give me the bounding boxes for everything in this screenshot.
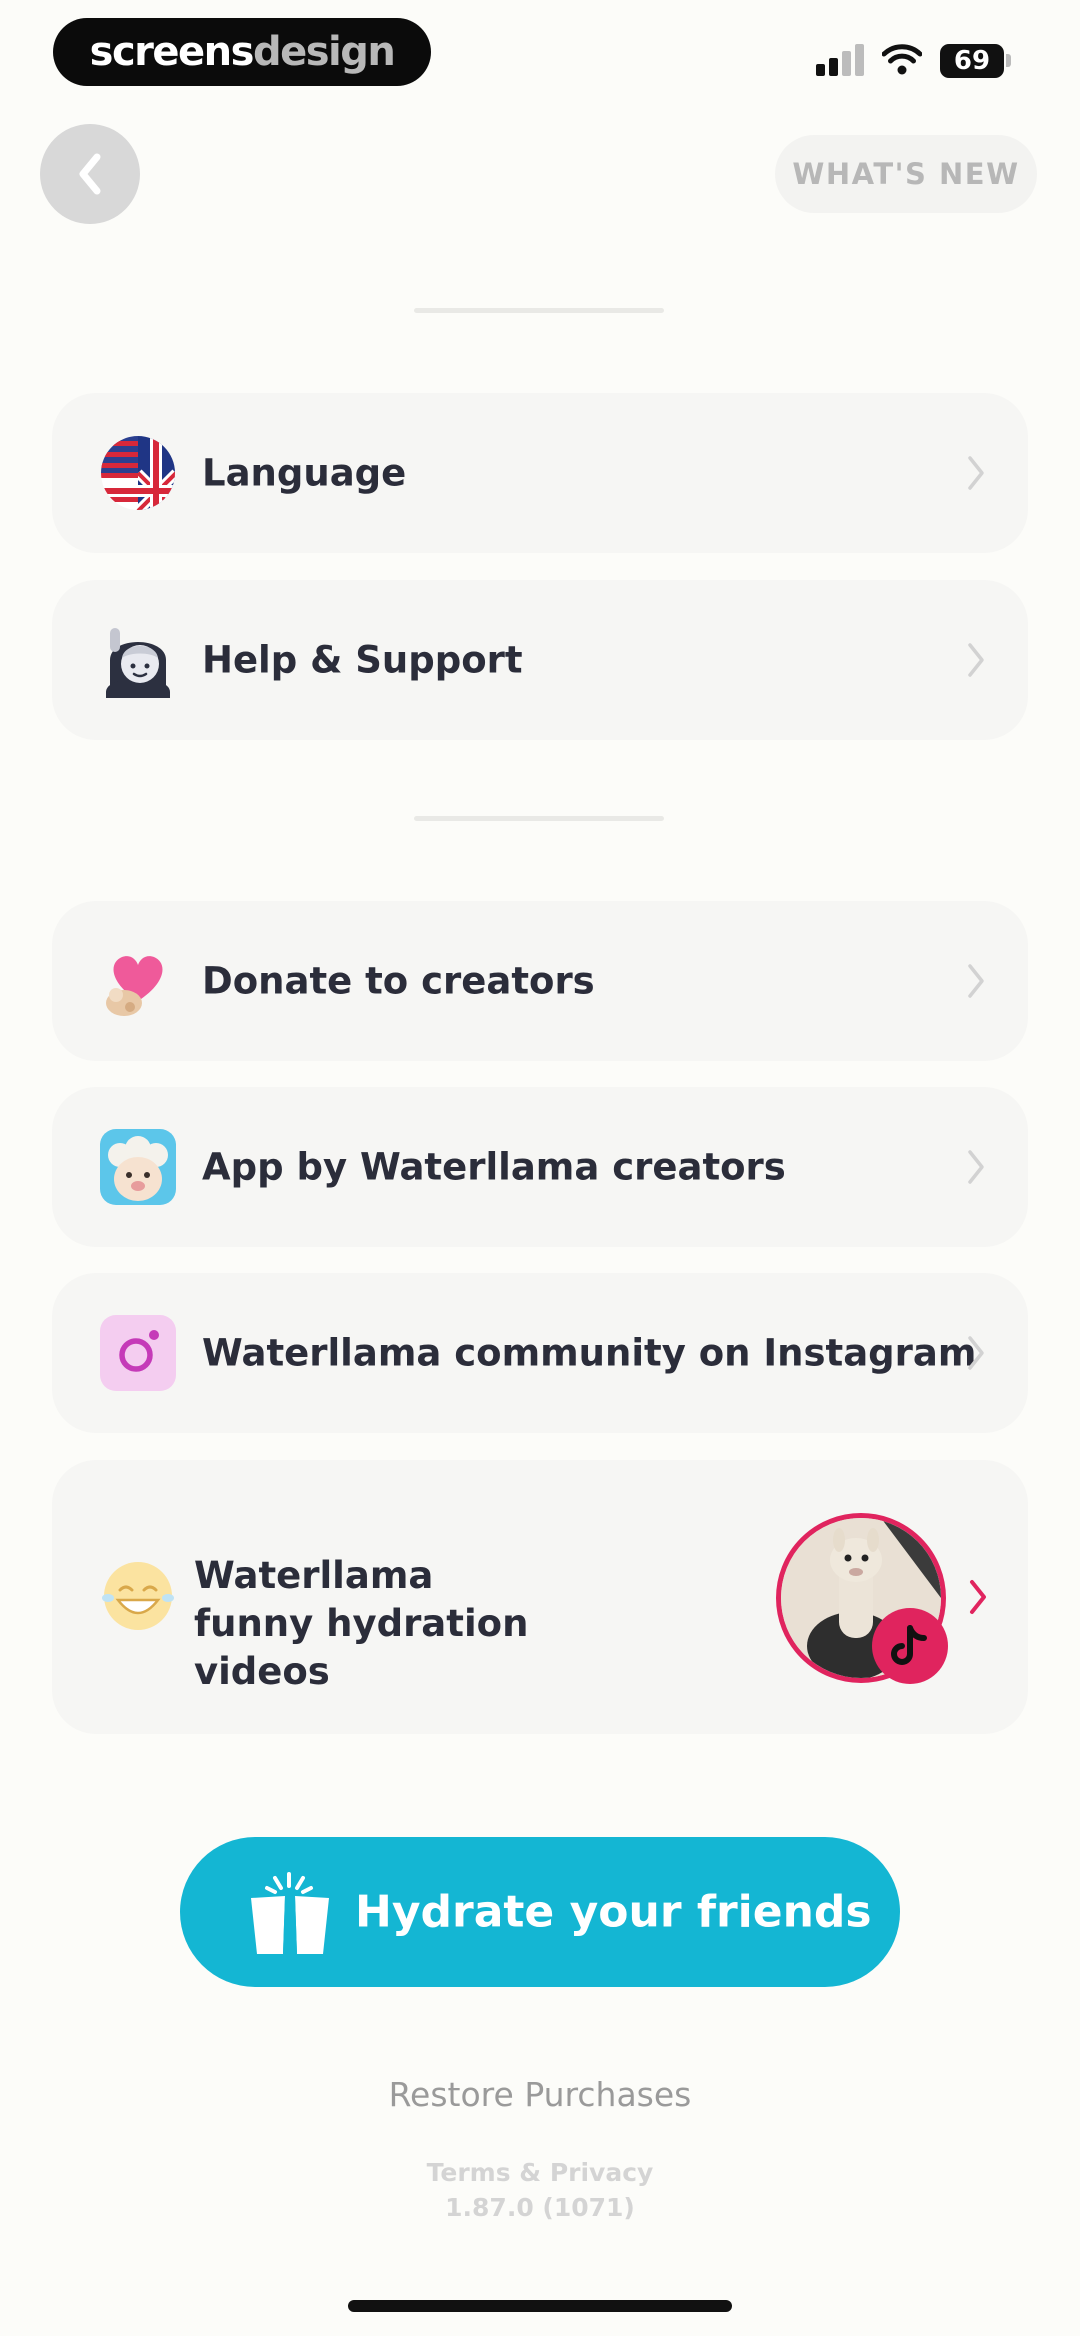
- chevron-left-icon: [79, 153, 101, 195]
- chevron-right-icon: [968, 1336, 984, 1370]
- chevron-right-icon: [970, 1580, 986, 1614]
- section-divider: [414, 308, 664, 313]
- donate-row[interactable]: Donate to creators: [52, 901, 1028, 1061]
- support-agent-icon: [106, 628, 170, 698]
- cellular-signal-icon: [816, 44, 868, 76]
- help-support-row[interactable]: Help & Support: [52, 580, 1028, 740]
- tiktok-icon: [872, 1608, 948, 1684]
- app-by-creators-label: App by Waterllama creators: [202, 1145, 786, 1189]
- chevron-right-icon: [968, 964, 984, 998]
- battery-cap: [1006, 54, 1011, 67]
- brand-bold-text: screens: [89, 29, 255, 75]
- donate-label: Donate to creators: [202, 959, 595, 1003]
- settings-screen: screens design 69 WHAT'S NEW Language He…: [0, 0, 1080, 2336]
- instagram-label: Waterllama community on Instagram: [202, 1331, 977, 1375]
- instagram-icon: [100, 1315, 176, 1391]
- chevron-right-icon: [968, 1150, 984, 1184]
- battery-indicator: 69: [940, 44, 1004, 78]
- funny-videos-row[interactable]: Waterllama funny hydration videos: [52, 1460, 1028, 1734]
- hydrate-friends-button[interactable]: Hydrate your friends: [180, 1837, 900, 1987]
- section-divider: [414, 816, 664, 821]
- heart-llama-icon: [106, 956, 163, 1016]
- language-label: Language: [202, 451, 407, 495]
- wifi-icon: [882, 44, 922, 75]
- home-indicator[interactable]: [348, 2300, 732, 2312]
- chevron-right-icon: [968, 456, 984, 490]
- instagram-row[interactable]: Waterllama community on Instagram: [52, 1273, 1028, 1433]
- brand-watermark: screens design: [53, 18, 431, 86]
- funny-videos-label: Waterllama funny hydration videos: [194, 1554, 529, 1693]
- laughing-emoji-icon: [102, 1562, 174, 1630]
- back-button[interactable]: [40, 124, 140, 224]
- app-version: 1.87.0 (1071): [445, 2193, 635, 2222]
- help-support-label: Help & Support: [202, 638, 523, 682]
- us-uk-flag-icon: [101, 436, 175, 510]
- app-by-creators-row[interactable]: App by Waterllama creators: [52, 1087, 1028, 1247]
- terms-privacy-link[interactable]: Terms & Privacy: [0, 2158, 1080, 2187]
- chevron-right-icon: [968, 643, 984, 677]
- tiktok-note-glyph: [891, 1625, 927, 1665]
- whats-new-button[interactable]: WHAT'S NEW: [775, 135, 1037, 213]
- brand-light-text: design: [252, 29, 396, 75]
- language-row[interactable]: Language: [52, 393, 1028, 553]
- hydrate-friends-label: Hydrate your friends: [355, 1886, 872, 1938]
- sheep-app-icon: [100, 1129, 176, 1205]
- restore-purchases-link[interactable]: Restore Purchases: [0, 2075, 1080, 2114]
- gift-icon: [251, 1872, 329, 1954]
